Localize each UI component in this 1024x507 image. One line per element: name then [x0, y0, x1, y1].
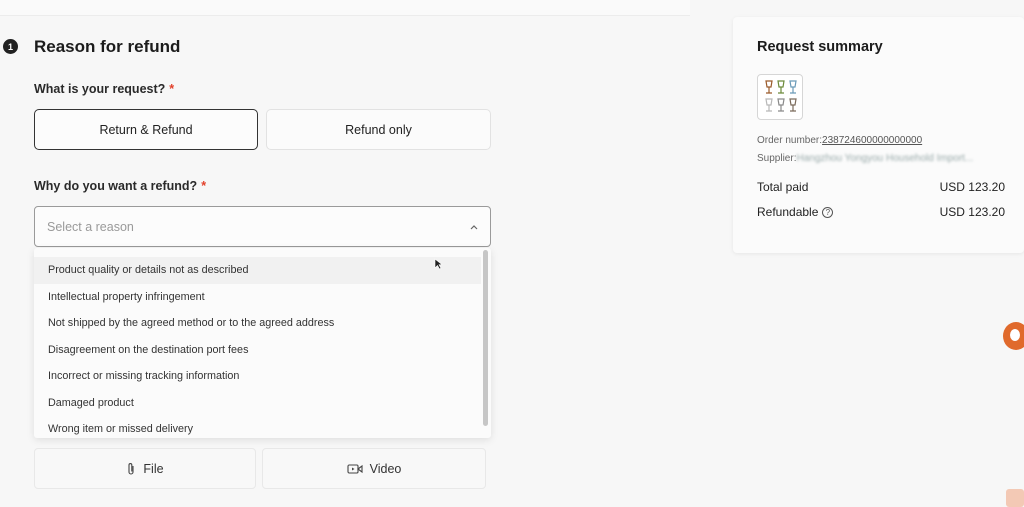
supplier-label: Supplier: — [757, 153, 797, 164]
supplier-line: Supplier:Hangzhou Yongyou Household Impo… — [757, 153, 973, 164]
info-circle-icon[interactable]: ? — [822, 206, 834, 218]
summary-title: Request summary — [757, 39, 883, 55]
total-paid-row: Total paid USD 123.20 — [757, 180, 1005, 194]
reason-option[interactable]: Not shipped by the agreed method or to t… — [34, 310, 481, 337]
chevron-up-icon — [470, 225, 478, 230]
section-title: Reason for refund — [34, 37, 181, 56]
feedback-icon[interactable] — [1006, 489, 1024, 507]
reason-option[interactable]: Disagreement on the destination port fee… — [34, 337, 481, 364]
refund-only-label: Refund only — [345, 122, 412, 137]
step-number-badge-icon: 1 — [3, 39, 18, 54]
upload-video-button[interactable]: Video — [262, 448, 486, 489]
total-paid-value: USD 123.20 — [939, 180, 1005, 194]
reason-option[interactable]: Incorrect or missing tracking informatio… — [34, 363, 481, 390]
reason-option[interactable]: Wrong item or missed delivery — [34, 416, 481, 438]
support-agent-icon[interactable] — [1003, 322, 1024, 350]
request-question-text: What is your request? — [34, 82, 166, 96]
product-thumbnail[interactable] — [757, 74, 803, 120]
dropdown-scrollbar[interactable] — [483, 250, 488, 426]
reason-select[interactable]: Select a reason — [34, 206, 491, 247]
refundable-value: USD 123.20 — [939, 205, 1005, 219]
required-asterisk: * — [169, 82, 175, 96]
total-paid-label: Total paid — [757, 180, 809, 194]
order-number-line: Order number:238724600000000000 — [757, 135, 922, 146]
required-asterisk: * — [201, 179, 207, 193]
reason-dropdown-list: Product quality or details not as descri… — [34, 248, 491, 438]
reason-question-label: Why do you want a refund? * — [34, 179, 206, 193]
supplier-name: Hangzhou Yongyou Household Import... — [796, 153, 974, 164]
reason-option[interactable]: Product quality or details not as descri… — [34, 257, 481, 284]
top-divider — [0, 0, 690, 16]
order-number-link[interactable]: 238724600000000000 — [822, 135, 922, 146]
reason-question-text: Why do you want a refund? — [34, 179, 198, 193]
upload-file-button[interactable]: File — [34, 448, 256, 489]
return-and-refund-option[interactable]: Return & Refund — [34, 109, 258, 150]
reason-option[interactable]: Damaged product — [34, 390, 481, 417]
refundable-label-group: Refundable ? — [757, 205, 834, 219]
product-glasses-image — [765, 80, 797, 112]
refundable-row: Refundable ? USD 123.20 — [757, 205, 1005, 219]
request-summary-panel: Request summary Order number:23872460000… — [733, 17, 1024, 253]
return-and-refund-label: Return & Refund — [99, 122, 193, 137]
refund-only-option[interactable]: Refund only — [266, 109, 491, 150]
upload-video-label: Video — [369, 461, 402, 476]
mouse-cursor-icon — [434, 258, 443, 270]
reason-select-placeholder: Select a reason — [47, 219, 134, 234]
refundable-label: Refundable — [757, 205, 819, 219]
order-number-label: Order number: — [757, 135, 823, 146]
request-question-label: What is your request? * — [34, 82, 174, 96]
upload-file-label: File — [143, 461, 164, 476]
reason-option[interactable]: Intellectual property infringement — [34, 284, 481, 311]
video-icon — [347, 463, 363, 474]
paperclip-icon — [128, 462, 134, 475]
